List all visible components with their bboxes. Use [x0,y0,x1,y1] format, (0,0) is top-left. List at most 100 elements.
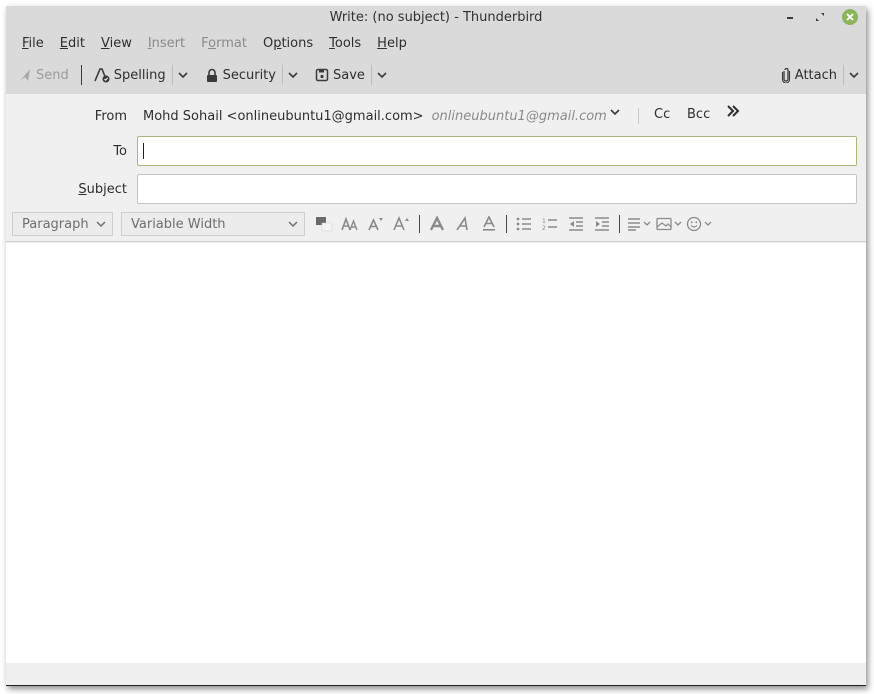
paragraph-format-value: Paragraph [22,216,89,232]
align-button[interactable] [624,212,654,236]
format-separator [506,215,507,233]
svg-text:2: 2 [542,225,546,231]
compose-window: Write: (no subject) - Thunderbird File E… [6,6,866,686]
indent-icon [595,217,609,231]
bold-button[interactable] [424,212,450,236]
insert-emoji-button[interactable] [684,212,714,236]
chevron-down-icon [377,72,387,79]
text-color-icon [316,217,333,232]
insert-image-button[interactable] [654,212,684,236]
smaller-font-button[interactable] [337,212,363,236]
message-body-editor[interactable] [6,243,866,663]
to-label: To [113,143,127,159]
italic-button[interactable] [450,212,476,236]
save-label: Save [332,67,365,83]
chevron-down-icon [643,221,651,226]
title-bar[interactable]: Write: (no subject) - Thunderbird [6,6,866,30]
chevron-down-icon [849,72,859,79]
menu-tools[interactable]: Tools [321,36,369,51]
divider [638,108,639,124]
window-title: Write: (no subject) - Thunderbird [329,10,543,25]
cc-button[interactable]: Cc [654,107,670,122]
formatting-toolbar: Paragraph Variable Width 1 2 [12,212,866,236]
text-caret [143,143,144,159]
minimize-icon [787,17,793,19]
split-divider [171,65,173,85]
close-button[interactable] [842,9,858,25]
chevron-down-icon [178,72,188,79]
split-divider [370,65,372,85]
window-header: Write: (no subject) - Thunderbird File E… [6,6,866,94]
chevron-down-icon [288,72,298,79]
minimize-button[interactable] [782,9,798,25]
paragraph-format-select[interactable]: Paragraph [12,212,113,236]
menu-edit[interactable]: Edit [52,36,93,51]
align-icon [628,218,640,231]
menu-format[interactable]: Format [193,36,255,51]
menu-view[interactable]: View [93,36,140,51]
font-increase-icon [393,216,409,231]
subject-input[interactable] [137,174,857,204]
increase-font-button[interactable] [389,212,415,236]
maximize-button[interactable] [812,9,828,25]
menu-file[interactable]: File [14,36,52,51]
smiley-icon [686,216,702,232]
chevron-down-icon [610,109,620,116]
toolbar-right: Attach [777,62,862,88]
chevron-down-icon [288,221,298,228]
image-icon [656,217,672,231]
more-recipients-button[interactable] [726,105,740,117]
indent-button[interactable] [589,212,615,236]
format-icons: 12 [311,212,714,236]
from-alias: onlineubuntu1@gmail.com [431,108,607,124]
to-input[interactable] [137,136,857,166]
maximize-icon [816,13,824,21]
format-separator [419,215,420,233]
split-divider [843,65,844,85]
underline-button[interactable] [476,212,502,236]
numbered-list-button[interactable]: 12 [537,212,563,236]
subject-label: Subject [78,181,127,197]
toolbar-separator [80,65,82,85]
format-separator [619,215,620,233]
lock-icon [206,68,217,82]
chevron-down-icon [704,221,712,226]
send-button[interactable]: Send [14,62,73,88]
attach-button[interactable]: Attach [777,62,841,88]
menu-options[interactable]: Options [255,36,321,51]
numbered-list-icon: 12 [542,218,557,231]
menu-bar: File Edit View Insert Format Options Too… [6,30,866,56]
bullet-list-button[interactable] [511,212,537,236]
font-select[interactable]: Variable Width [121,212,305,236]
security-button[interactable]: Security [201,62,280,88]
spelling-label: Spelling [113,67,166,83]
spelling-button[interactable]: Spelling [90,62,170,88]
save-button[interactable]: Save [311,62,369,88]
spelling-icon [94,68,110,83]
from-row: From Mohd Sohail <onlineubuntu1@gmail.co… [6,104,866,128]
chevron-down-icon [674,221,682,226]
bcc-button[interactable]: Bcc [687,107,710,122]
save-dropdown[interactable] [374,62,390,88]
attach-label: Attach [794,67,837,83]
window-controls [782,9,858,25]
from-label: From [94,108,127,124]
chevron-down-icon [96,221,106,228]
paperclip-icon [781,67,790,83]
underline-icon [483,216,495,231]
from-identity-select[interactable]: Mohd Sohail <onlineubuntu1@gmail.com> [143,109,424,124]
text-color-button[interactable] [311,212,337,236]
menu-insert[interactable]: Insert [140,36,193,51]
outdent-button[interactable] [563,212,589,236]
menu-help[interactable]: Help [369,36,415,51]
send-icon [20,69,30,81]
svg-text:1: 1 [542,218,546,225]
decrease-font-button[interactable] [363,212,389,236]
spelling-dropdown[interactable] [175,62,191,88]
close-icon [846,13,854,21]
address-panel: From Mohd Sohail <onlineubuntu1@gmail.co… [6,94,866,242]
attach-dropdown[interactable] [846,62,862,88]
font-size-icon [341,216,358,231]
from-dropdown[interactable] [610,108,620,116]
security-dropdown[interactable] [285,62,301,88]
